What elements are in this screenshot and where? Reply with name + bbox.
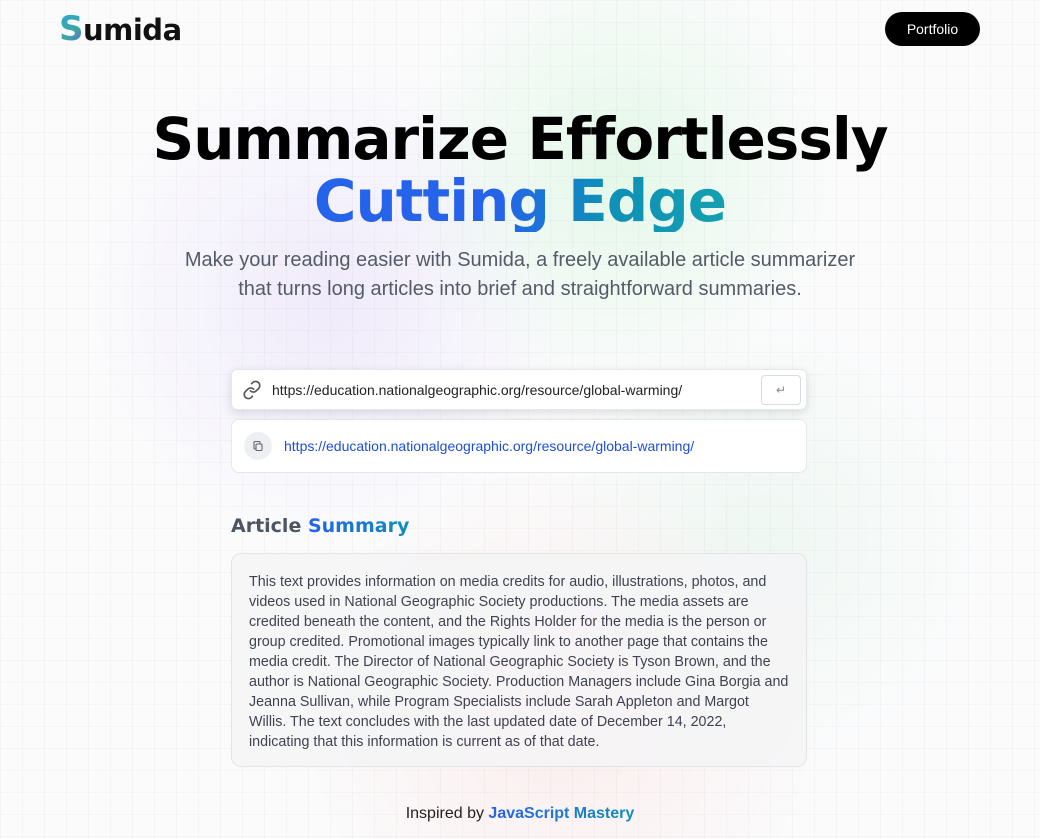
hero-title-line2: Cutting Edge — [313, 167, 727, 235]
summary-box: This text provides information on media … — [231, 553, 807, 767]
url-form: ↵ — [231, 369, 807, 410]
logo-initial: S — [59, 9, 84, 49]
hero-subtitle: Make your reading easier with Sumida, a … — [184, 249, 856, 300]
history-item[interactable]: https://education.nationalgeographic.org… — [231, 419, 807, 473]
summary-heading: Article Summary — [231, 515, 409, 537]
logo-text: umida — [83, 13, 182, 47]
footer-prefix: Inspired by — [405, 805, 484, 822]
copy-icon — [253, 440, 263, 452]
summary-heading-plain: Article — [231, 515, 302, 537]
top-nav: Sumida Portfolio — [59, 9, 980, 49]
logo[interactable]: Sumida — [59, 9, 182, 49]
hero: Summarize Effortlessly Cutting Edge Make… — [0, 108, 1040, 304]
link-icon — [232, 380, 272, 400]
summary-heading-accent: Summary — [307, 515, 410, 537]
copy-button[interactable] — [244, 432, 272, 460]
hero-title: Summarize Effortlessly Cutting Edge — [0, 108, 1040, 232]
footer-credit-link[interactable]: JavaScript Mastery — [488, 805, 634, 822]
footer: Inspired by JavaScript Mastery — [0, 805, 1040, 823]
history-item-url[interactable]: https://education.nationalgeographic.org… — [284, 438, 694, 454]
portfolio-button[interactable]: Portfolio — [885, 12, 980, 46]
hero-title-line1: Summarize Effortlessly — [152, 105, 888, 173]
submit-button[interactable]: ↵ — [761, 374, 801, 405]
summary-text: This text provides information on media … — [249, 574, 789, 750]
url-input[interactable] — [272, 381, 761, 398]
